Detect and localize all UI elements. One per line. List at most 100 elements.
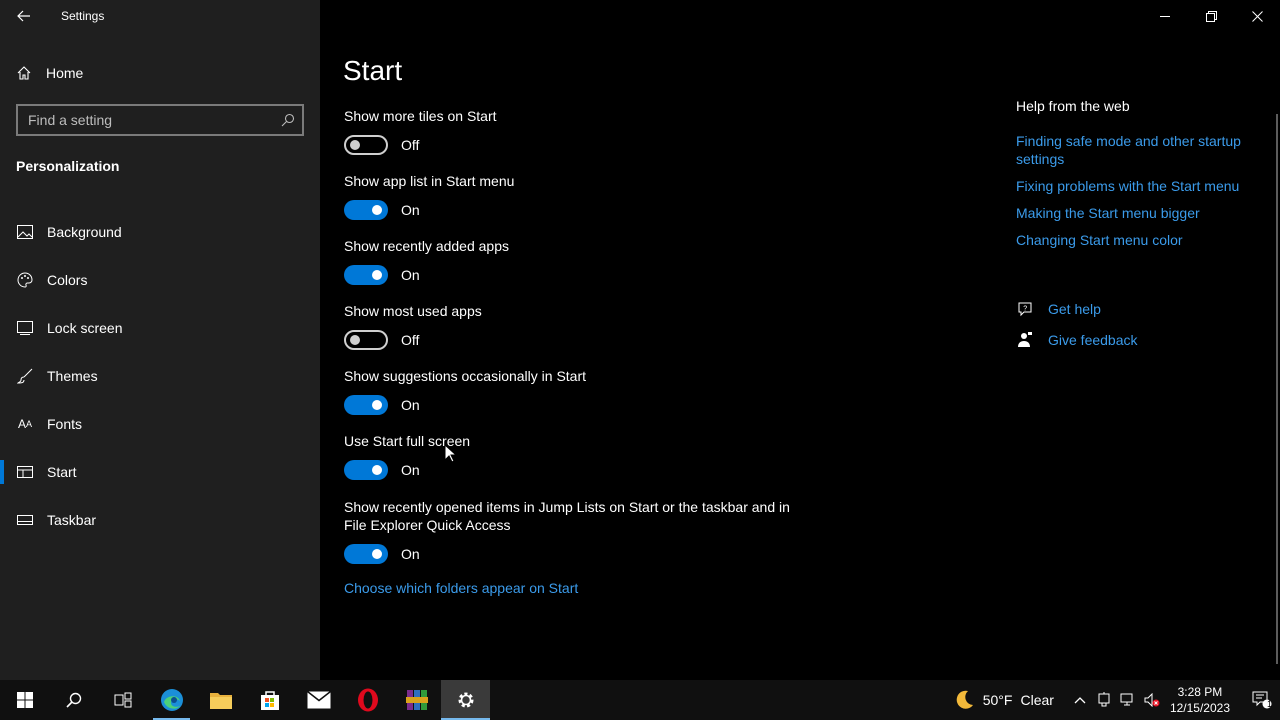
device-icon[interactable] <box>1092 692 1116 708</box>
setting-label: Show most used apps <box>344 303 482 319</box>
main-content: Start Show more tiles on Start Off Show … <box>320 0 1280 680</box>
setting-label: Show more tiles on Start <box>344 108 497 124</box>
setting-suggestions: Show suggestions occasionally in Start O… <box>344 367 804 415</box>
task-view-button[interactable] <box>98 680 147 720</box>
home-label: Home <box>46 65 84 81</box>
sidebar: Settings Home Personalization Background… <box>0 0 320 680</box>
window-controls <box>1142 0 1280 32</box>
sidebar-item-lock-screen[interactable]: Lock screen <box>0 304 320 352</box>
taskbar-app-file-explorer[interactable] <box>196 680 245 720</box>
toggle-state: On <box>401 202 420 218</box>
moon-icon <box>956 690 973 709</box>
clock-date: 12/15/2023 <box>1169 701 1230 715</box>
notification-count: 1 <box>1266 699 1272 709</box>
scrollbar[interactable] <box>1276 114 1278 664</box>
notification-center-button[interactable]: 1 <box>1244 691 1280 709</box>
toggle-state: Off <box>401 137 420 153</box>
toggle-state: Off <box>401 332 420 348</box>
sidebar-item-label: Background <box>47 224 122 240</box>
toggle-state: On <box>401 267 420 283</box>
help-link[interactable]: Finding safe mode and other startup sett… <box>1016 132 1266 168</box>
search-input[interactable] <box>18 112 274 128</box>
chevron-up-icon[interactable] <box>1068 696 1092 704</box>
choose-folders-link[interactable]: Choose which folders appear on Start <box>344 580 578 596</box>
toggle-switch[interactable] <box>344 460 388 480</box>
taskbar-icon <box>16 511 34 529</box>
give-feedback-link[interactable]: Give feedback <box>1016 329 1138 351</box>
settings-icon <box>458 692 473 708</box>
help-panel: Help from the web Finding safe mode and … <box>1016 98 1266 258</box>
restore-button[interactable] <box>1188 0 1234 32</box>
taskbar-app-store[interactable] <box>245 680 294 720</box>
give-feedback-label: Give feedback <box>1048 332 1138 348</box>
section-heading: Personalization <box>16 158 120 174</box>
start-icon <box>16 692 33 708</box>
mail-icon <box>306 691 331 709</box>
toggle-switch[interactable] <box>344 135 388 155</box>
sidebar-nav: Background Colors Lock screen Themes AA … <box>0 208 320 544</box>
taskbar-app-opera[interactable] <box>343 680 392 720</box>
lock-screen-icon <box>16 319 34 337</box>
sidebar-item-themes[interactable]: Themes <box>0 352 320 400</box>
help-link[interactable]: Making the Start menu bigger <box>1016 204 1266 222</box>
get-help-label: Get help <box>1048 301 1101 317</box>
taskbar-app-winrar[interactable] <box>392 680 441 720</box>
feedback-person-icon <box>1016 332 1034 348</box>
toggle-switch[interactable] <box>344 265 388 285</box>
system-tray: 50°F Clear 3:28 PM 12/15/2023 1 <box>953 680 1280 720</box>
toggle-switch[interactable] <box>344 395 388 415</box>
settings-window: Settings Home Personalization Background… <box>0 0 1280 680</box>
toggle-switch[interactable] <box>344 200 388 220</box>
sidebar-item-label: Lock screen <box>47 320 123 336</box>
setting-label: Use Start full screen <box>344 433 471 449</box>
taskbar-app-edge[interactable] <box>147 680 196 720</box>
sidebar-item-fonts[interactable]: AA Fonts <box>0 400 320 448</box>
toggle-state: On <box>401 462 420 478</box>
restore-icon <box>1205 10 1217 22</box>
clock[interactable]: 3:28 PM 12/15/2023 <box>1170 684 1230 716</box>
help-actions: ? Get help Give feedback <box>1016 298 1138 360</box>
sidebar-item-label: Taskbar <box>47 512 97 528</box>
minimize-button[interactable] <box>1142 0 1188 32</box>
sidebar-item-background[interactable]: Background <box>0 208 320 256</box>
home-nav[interactable]: Home <box>16 62 83 84</box>
search-icon[interactable] <box>274 113 302 127</box>
palette-icon <box>16 271 34 289</box>
sidebar-item-colors[interactable]: Colors <box>0 256 320 304</box>
volume-muted-icon[interactable] <box>1140 693 1164 707</box>
setting-label: Show recently added apps <box>344 238 509 254</box>
close-icon <box>1251 10 1263 22</box>
page-title: Start <box>343 55 403 86</box>
mouse-cursor-icon <box>444 444 456 463</box>
close-button[interactable] <box>1234 0 1280 32</box>
edge-icon <box>160 689 183 711</box>
toggle-switch[interactable] <box>344 330 388 350</box>
network-icon[interactable] <box>1116 693 1140 707</box>
app-title: Settings <box>61 9 105 23</box>
help-link[interactable]: Changing Start menu color <box>1016 231 1266 249</box>
start-button[interactable] <box>0 680 49 720</box>
sidebar-item-label: Themes <box>47 368 98 384</box>
sidebar-item-taskbar[interactable]: Taskbar <box>0 496 320 544</box>
toggle-switch[interactable] <box>344 544 388 564</box>
taskbar-search-button[interactable] <box>49 680 98 720</box>
weather-widget[interactable]: 50°F Clear <box>953 689 1054 711</box>
setting-label: Show recently opened items in Jump Lists… <box>344 499 790 533</box>
help-link[interactable]: Fixing problems with the Start menu <box>1016 177 1266 195</box>
weather-desc: Clear <box>1020 692 1054 708</box>
toggle-state: On <box>401 397 420 413</box>
task-view-icon <box>114 692 131 708</box>
get-help-link[interactable]: ? Get help <box>1016 298 1138 320</box>
taskbar-app-settings[interactable] <box>441 680 490 720</box>
sidebar-item-start[interactable]: Start <box>0 448 320 496</box>
back-button[interactable] <box>10 4 38 28</box>
search-box[interactable] <box>16 104 304 136</box>
file-explorer-icon <box>209 693 232 709</box>
back-arrow-icon <box>17 10 30 22</box>
setting-jump-lists: Show recently opened items in Jump Lists… <box>344 498 804 564</box>
start-layout-icon <box>16 463 34 481</box>
setting-label: Show suggestions occasionally in Start <box>344 368 587 384</box>
taskbar-app-mail[interactable] <box>294 680 343 720</box>
setting-more-tiles: Show more tiles on Start Off <box>344 107 804 155</box>
chat-help-icon: ? <box>1016 302 1034 317</box>
